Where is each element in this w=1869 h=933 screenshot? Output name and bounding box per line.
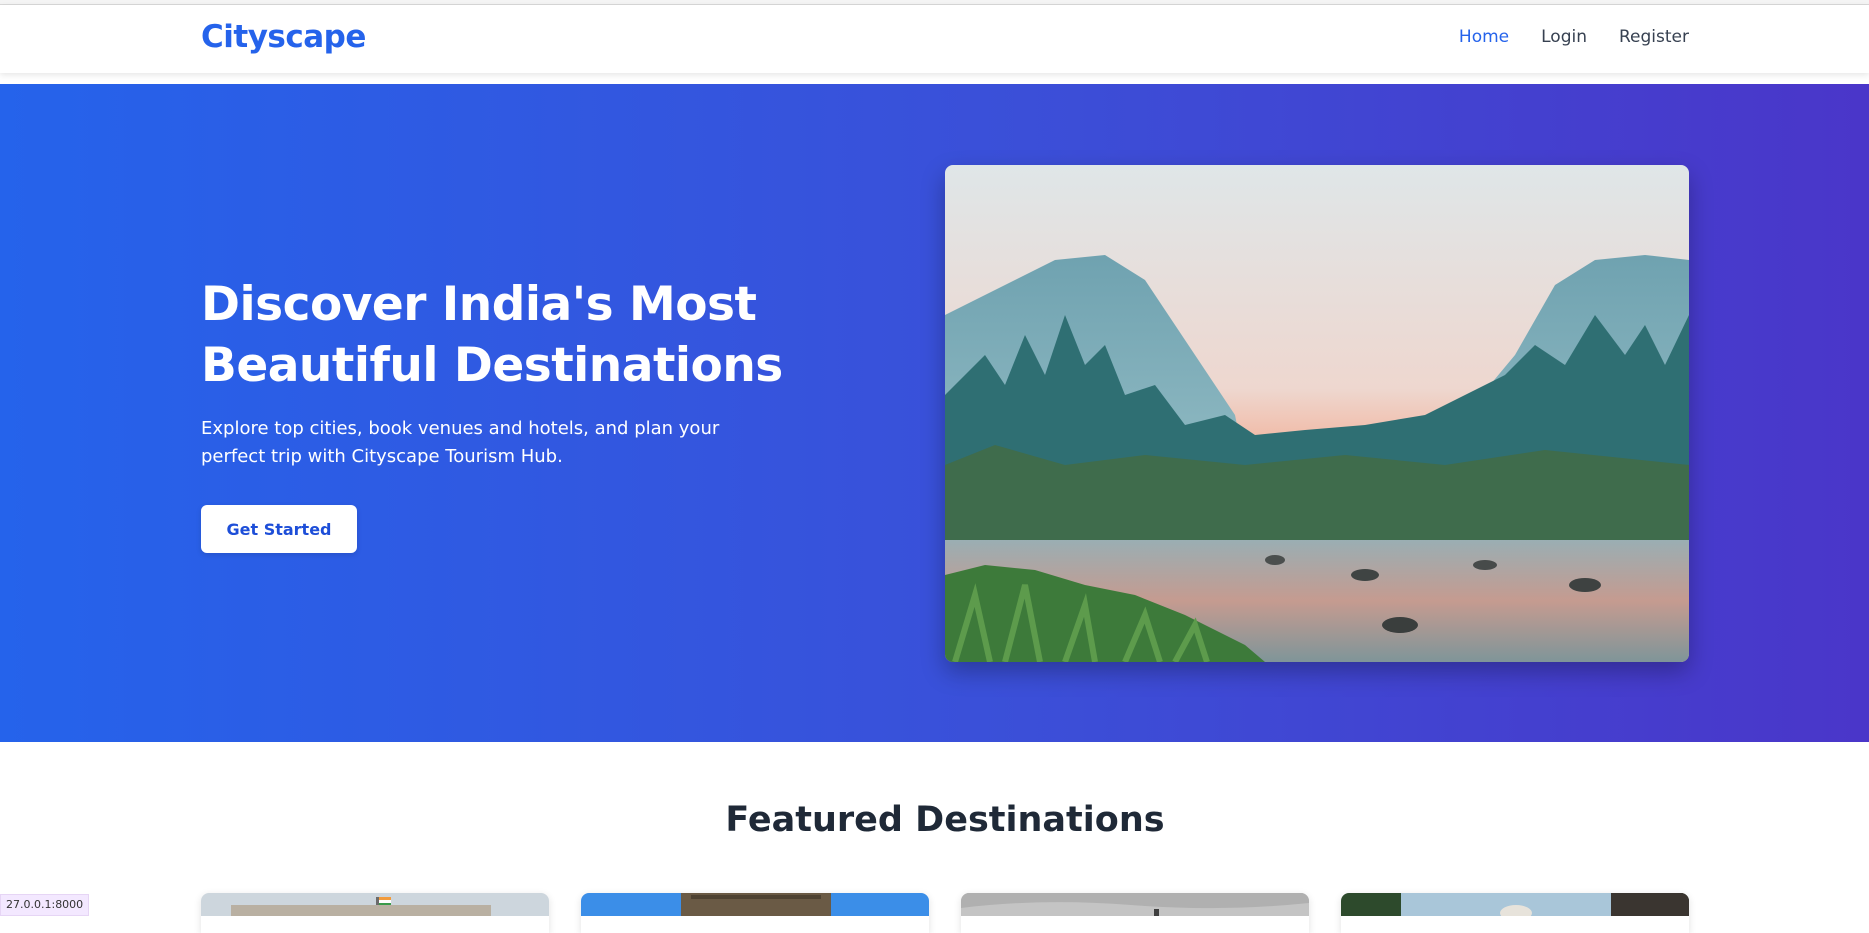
nav-links: Home Login Register <box>1459 27 1689 47</box>
hero-subtitle: Explore top cities, book venues and hote… <box>201 418 720 467</box>
navbar: Cityscape Home Login Register <box>0 5 1869 73</box>
hero-title: Discover India's Most Beautiful Destinat… <box>201 277 783 393</box>
get-started-button[interactable]: Get Started <box>201 505 357 553</box>
destination-card[interactable] <box>961 893 1309 933</box>
hero-section: Discover India's Most Beautiful Destinat… <box>0 84 1869 742</box>
featured-destinations-heading: Featured Destinations <box>725 800 1165 840</box>
taj-mahal-image <box>1341 893 1689 916</box>
destination-card[interactable] <box>201 893 549 933</box>
brand-logo[interactable]: Cityscape <box>201 19 366 55</box>
nav-link-register[interactable]: Register <box>1619 27 1689 47</box>
nav-link-login[interactable]: Login <box>1541 27 1587 47</box>
nav-link-home[interactable]: Home <box>1459 27 1509 47</box>
landscape-illustration <box>945 165 1689 662</box>
hero-landscape-image <box>945 165 1689 662</box>
palace-image <box>961 893 1309 916</box>
destination-card[interactable] <box>581 893 929 933</box>
gateway-monument-image <box>581 893 929 916</box>
featured-cards <box>201 893 1689 916</box>
destination-card[interactable] <box>1341 893 1689 933</box>
status-bar-url: 27.0.0.1:8000 <box>0 894 90 916</box>
parliament-image <box>201 893 549 916</box>
